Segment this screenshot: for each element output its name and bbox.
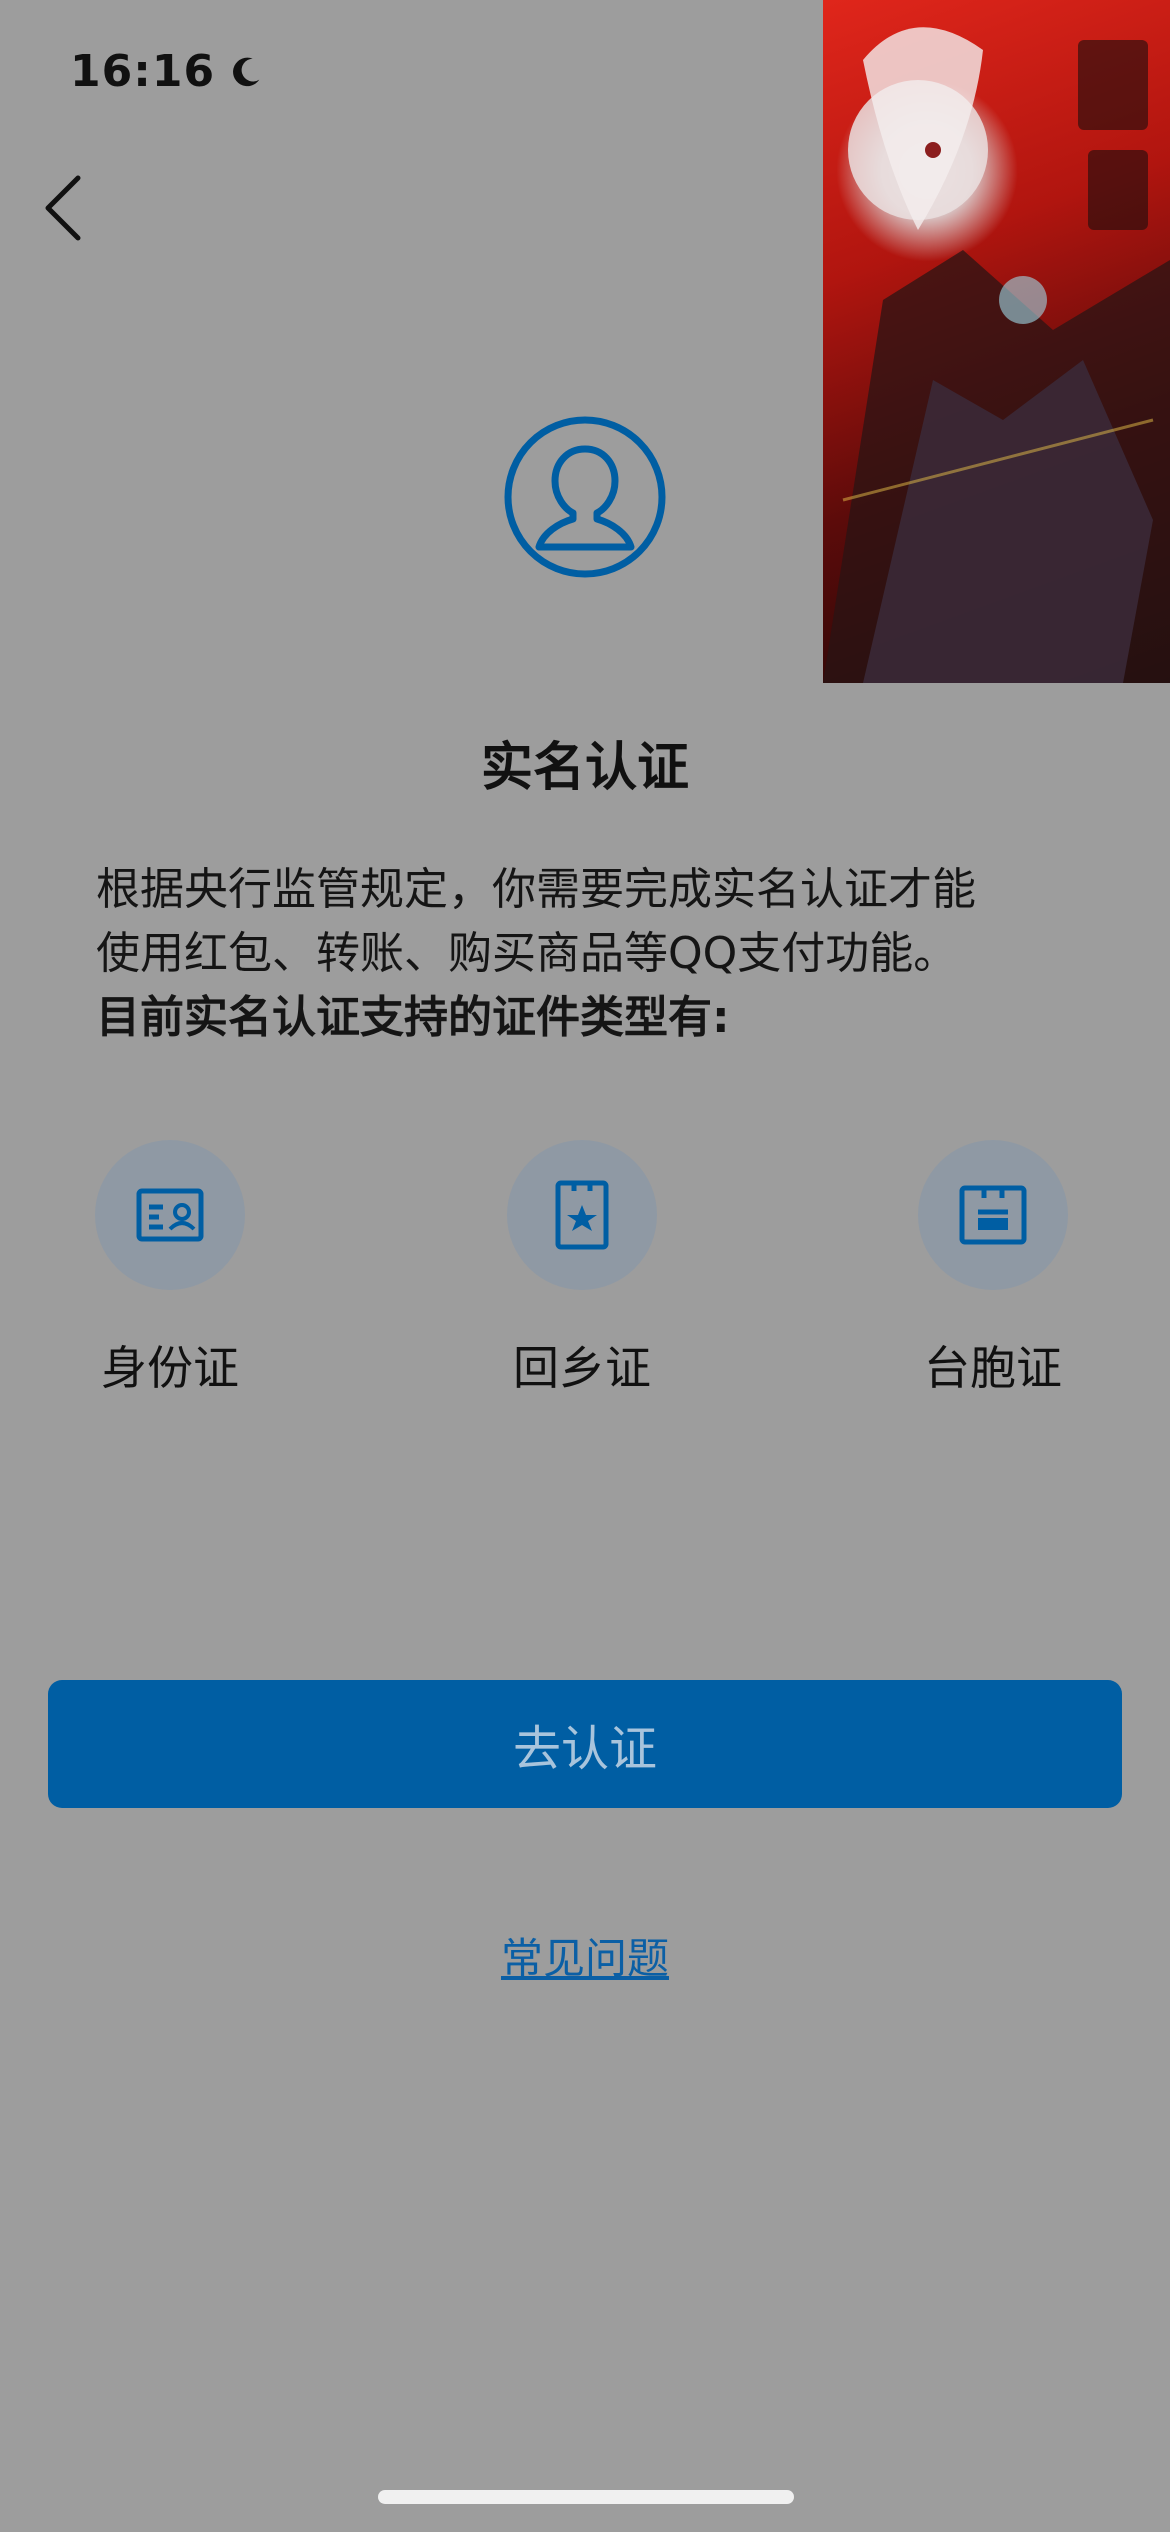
doc-icon-circle <box>95 1140 245 1290</box>
description-line-2: 使用红包、转账、购买商品等QQ支付功能。 <box>96 928 958 979</box>
status-time-text: 16:16 <box>70 46 216 97</box>
home-indicator[interactable] <box>378 2490 794 2504</box>
doc-type-label: 台胞证 <box>924 1341 1062 1395</box>
supported-docs-heading: 目前实名认证支持的证件类型有: <box>96 992 730 1043</box>
doc-icon-circle <box>918 1140 1068 1290</box>
taiwan-compatriot-permit-icon <box>959 1185 1027 1245</box>
verification-description: 根据央行监管规定，你需要完成实名认证才能 使用红包、转账、购买商品等QQ支付功能… <box>96 858 1086 1050</box>
user-avatar-icon <box>504 416 666 578</box>
doc-type-id-card: 身份证 <box>60 1140 280 1398</box>
doc-type-label: 身份证 <box>101 1341 239 1395</box>
doc-icon-circle <box>507 1140 657 1290</box>
go-verify-button[interactable]: 去认证 <box>48 1680 1122 1808</box>
doc-type-home-return-permit: 回乡证 <box>472 1140 692 1398</box>
id-card-icon <box>136 1188 204 1242</box>
promo-banner-image[interactable] <box>823 0 1170 683</box>
home-return-permit-icon <box>555 1180 609 1250</box>
doc-type-label: 回乡证 <box>513 1341 651 1395</box>
chevron-left-icon <box>45 175 81 241</box>
status-time: 16:16 <box>70 46 265 97</box>
doc-type-taiwan-permit: 台胞证 <box>883 1140 1103 1398</box>
description-line-1: 根据央行监管规定，你需要完成实名认证才能 <box>96 864 976 915</box>
faq-link[interactable]: 常见问题 <box>0 1925 1170 1986</box>
back-button[interactable] <box>36 168 96 248</box>
moon-icon <box>233 57 260 86</box>
page-title: 实名认证 <box>480 738 689 798</box>
